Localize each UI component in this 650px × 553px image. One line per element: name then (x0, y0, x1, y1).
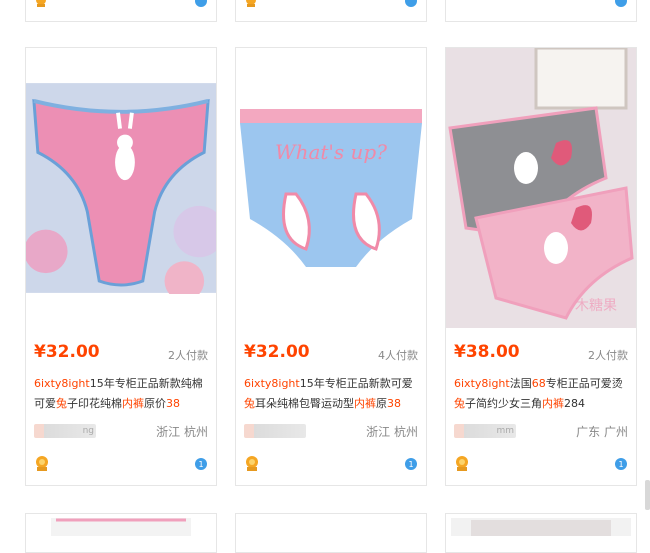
location: 广东 广州 (576, 425, 628, 439)
title-keyword: 68 (531, 377, 546, 390)
product-image[interactable]: What's up? (236, 48, 426, 328)
gold-seller-badge-icon (244, 455, 260, 477)
product-card-partial-top[interactable] (235, 0, 427, 22)
title-keyword: 兔 (56, 397, 67, 410)
blue-whats-up-panties-image: What's up? (236, 99, 426, 277)
sold-count: 2人付款 (588, 349, 628, 362)
svg-text:1: 1 (408, 460, 413, 469)
gold-seller-badge-icon (34, 455, 50, 477)
title-text: 原价 (144, 397, 166, 410)
title-text: 子印花纯棉 (67, 397, 122, 410)
info-icon[interactable] (404, 0, 418, 12)
product-card[interactable]: ¥32.00 2人付款 6ixty8ight15年专柜正品新款纯棉可爱兔子印花纯… (25, 47, 217, 486)
product-card-partial-top[interactable] (25, 0, 217, 22)
info-icon[interactable]: 1 (404, 456, 418, 475)
scrollbar[interactable] (645, 480, 650, 510)
title-keyword: 38 (387, 397, 401, 410)
product-card[interactable]: What's up? ¥32.00 4人付款 6ixty8ight15年专柜正品… (235, 47, 427, 486)
price: ¥38.00 (454, 342, 520, 362)
title-keyword: 38 (166, 397, 180, 410)
title-text: 15年专柜正品新款可爱 (299, 377, 413, 390)
shop-name[interactable]: ng (34, 424, 96, 438)
gold-seller-badge-icon (454, 455, 470, 477)
product-image[interactable] (26, 48, 216, 328)
title-keyword: 兔 (454, 397, 465, 410)
title-text: 耳朵纯棉包臀运动型 (255, 397, 354, 410)
product-title[interactable]: 6ixty8ight15年专柜正品新款可爱兔耳朵纯棉包臀运动型内裤原38 (244, 374, 418, 414)
gold-seller-badge-icon (34, 0, 48, 12)
title-text: 原 (376, 397, 387, 410)
location: 浙江 杭州 (156, 425, 208, 439)
info-icon[interactable] (194, 0, 208, 12)
info-icon[interactable] (614, 0, 628, 12)
svg-text:1: 1 (198, 460, 203, 469)
product-image[interactable]: 木糖果 (446, 48, 636, 328)
shop-name[interactable]: mm (454, 424, 516, 438)
pink-rabbit-panties-image (26, 83, 216, 294)
info-icon[interactable]: 1 (194, 456, 208, 475)
price: ¥32.00 (244, 342, 310, 362)
title-text: 法国 (509, 377, 532, 390)
svg-text:What's up?: What's up? (275, 140, 387, 164)
title-keyword: 兔 (244, 397, 255, 410)
product-title[interactable]: 6ixty8ight15年专柜正品新款纯棉可爱兔子印花纯棉内裤原价38 (34, 374, 208, 414)
title-keyword: 内裤 (542, 397, 564, 410)
svg-text:1: 1 (618, 460, 623, 469)
title-text: 284 (564, 397, 585, 410)
product-card-partial-bottom[interactable] (445, 513, 637, 553)
grey-pink-rabbit-panties-image: 木糖果 (446, 48, 636, 328)
product-card-partial-bottom[interactable] (25, 513, 217, 553)
sold-count: 4人付款 (378, 349, 418, 362)
price: ¥32.00 (34, 342, 100, 362)
title-text: 专柜正品可爱烫 (545, 377, 623, 390)
product-card[interactable]: 木糖果 ¥38.00 2人付款 6ixty8ight法国68专柜正品可爱烫兔子简… (445, 47, 637, 486)
title-keyword: 6ixty8ight (454, 377, 510, 390)
title-keyword: 内裤 (354, 397, 376, 410)
title-keyword: 内裤 (122, 397, 144, 410)
product-title[interactable]: 6ixty8ight法国68专柜正品可爱烫兔子简约少女三角内裤284 (454, 374, 628, 414)
svg-text:木糖果: 木糖果 (575, 298, 617, 314)
title-keyword: 6ixty8ight (244, 377, 300, 390)
shop-name[interactable] (244, 424, 306, 438)
location: 浙江 杭州 (366, 425, 418, 439)
title-text: 子简约少女三角 (465, 397, 542, 410)
product-card-partial-bottom[interactable] (235, 513, 427, 553)
gold-seller-badge-icon (244, 0, 258, 12)
product-card-partial-top[interactable] (445, 0, 637, 22)
title-keyword: 6ixty8ight (34, 377, 90, 390)
sold-count: 2人付款 (168, 349, 208, 362)
info-icon[interactable]: 1 (614, 456, 628, 475)
